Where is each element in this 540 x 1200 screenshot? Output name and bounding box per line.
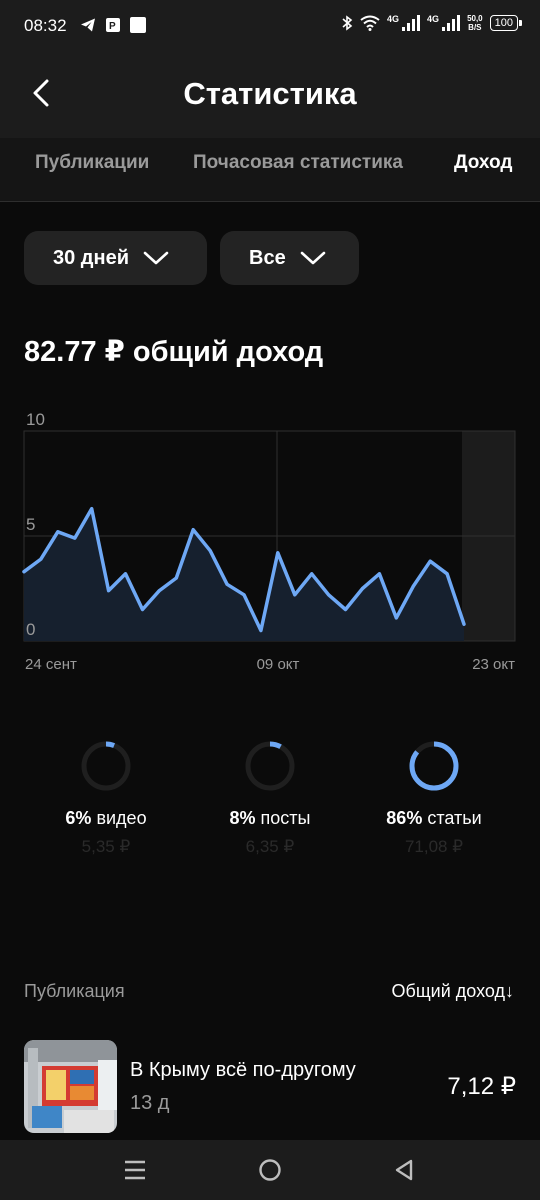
chart-point	[293, 593, 297, 597]
chart-point	[174, 576, 178, 580]
network-type-2: 4G	[427, 14, 440, 24]
chart-x-tick: 24 сент	[25, 656, 77, 673]
chart-point	[73, 536, 77, 540]
app-bar: Статистика	[0, 54, 540, 138]
chart-point	[191, 528, 195, 532]
chart-point	[462, 622, 466, 626]
menu-icon[interactable]	[121, 1156, 149, 1184]
chart-point	[157, 589, 161, 593]
posts-percent: 8%	[229, 808, 256, 828]
chart-y-tick: 5	[26, 515, 35, 534]
chart-point	[39, 557, 43, 561]
tab-bar: Публикации Почасовая статистика Доход	[0, 138, 540, 202]
tab-publications[interactable]: Публикации	[35, 152, 149, 174]
signal-icon-2	[442, 15, 461, 31]
telegram-icon	[81, 18, 95, 32]
articles-label: статьи	[427, 808, 482, 828]
system-nav-bar	[0, 1140, 540, 1200]
back-triangle-icon[interactable]	[390, 1156, 418, 1184]
network-speed: 50,0 B/S	[467, 14, 483, 32]
page-title: Статистика	[183, 76, 357, 111]
status-bar: 08:32 P 4G 4G 50,0 B/S 100	[0, 0, 540, 54]
app-p-icon: P	[106, 18, 120, 32]
chart-point	[242, 593, 246, 597]
income-chart: 10 5 0 24 сент 09 окт 23 окт	[22, 410, 516, 673]
video-percent: 6%	[65, 808, 92, 828]
chart-point	[411, 584, 415, 588]
tab-hourly-stats[interactable]: Почасовая статистика	[193, 152, 403, 174]
list-item[interactable]: В Крыму всё по-другому 13 д 7,12 ₽	[0, 1036, 540, 1140]
breakdown-posts: 8% посты 6,35 ₽	[195, 740, 345, 857]
donut-posts	[245, 741, 295, 791]
period-dropdown[interactable]: 30 дней	[24, 231, 207, 285]
chart-point	[344, 608, 348, 611]
chart-point	[259, 629, 263, 632]
total-income: 82.77 ₽ общий доход	[24, 336, 324, 368]
articles-percent: 86%	[386, 808, 423, 828]
chart-point	[327, 593, 331, 597]
signal-icon	[402, 15, 421, 31]
chart-point	[22, 570, 26, 574]
chart-point	[445, 572, 449, 576]
wifi-icon	[360, 15, 380, 31]
chart-point	[90, 507, 94, 511]
chart-point	[140, 608, 144, 611]
chart-point	[225, 582, 229, 586]
battery-icon: 100	[489, 15, 523, 31]
chart-y-tick: 10	[26, 410, 45, 429]
chart-point	[428, 559, 432, 563]
bluetooth-icon	[342, 15, 353, 31]
video-amount: 5,35 ₽	[81, 837, 131, 856]
publication-income: 7,12 ₽	[447, 1073, 516, 1100]
tab-income[interactable]: Доход	[454, 152, 512, 174]
chart-point	[276, 551, 280, 555]
chart-point	[310, 572, 314, 576]
chart-point	[208, 549, 212, 553]
chart-point	[56, 530, 60, 534]
svg-text:P: P	[109, 21, 116, 32]
sort-by-income[interactable]: Общий доход↓	[392, 981, 514, 1002]
chart-point	[107, 589, 111, 593]
video-label: видео	[96, 808, 147, 828]
chart-point	[377, 572, 381, 576]
chevron-down-icon	[143, 251, 169, 265]
chart-x-tick: 23 окт	[472, 656, 515, 673]
chevron-down-icon	[300, 251, 326, 265]
type-dropdown[interactable]: Все	[220, 231, 359, 285]
chart-area-fill	[24, 508, 464, 641]
posts-amount: 6,35 ₽	[245, 837, 295, 856]
breakdown-articles: 86% статьи 71,08 ₽	[359, 740, 509, 857]
chart-point	[394, 616, 398, 620]
period-dropdown-label: 30 дней	[53, 246, 129, 269]
donut-articles	[409, 741, 459, 791]
chart-y-tick: 0	[26, 620, 35, 639]
square-app-icon	[130, 17, 146, 33]
publication-age: 13 д	[130, 1092, 170, 1114]
publication-title: В Крыму всё по-другому	[130, 1059, 356, 1081]
column-publication: Публикация	[24, 981, 125, 1001]
donut-video	[81, 741, 131, 791]
chart-point	[360, 587, 364, 590]
type-dropdown-label: Все	[249, 246, 286, 269]
publication-thumbnail	[24, 1040, 117, 1133]
home-circle-icon[interactable]	[256, 1156, 284, 1184]
status-time: 08:32	[24, 16, 67, 35]
chart-x-tick: 09 окт	[257, 656, 300, 673]
breakdown-video: 6% видео 5,35 ₽	[31, 740, 181, 857]
network-type-1: 4G	[387, 14, 400, 24]
posts-label: посты	[260, 808, 311, 828]
chart-point	[124, 572, 128, 576]
articles-amount: 71,08 ₽	[404, 837, 464, 856]
